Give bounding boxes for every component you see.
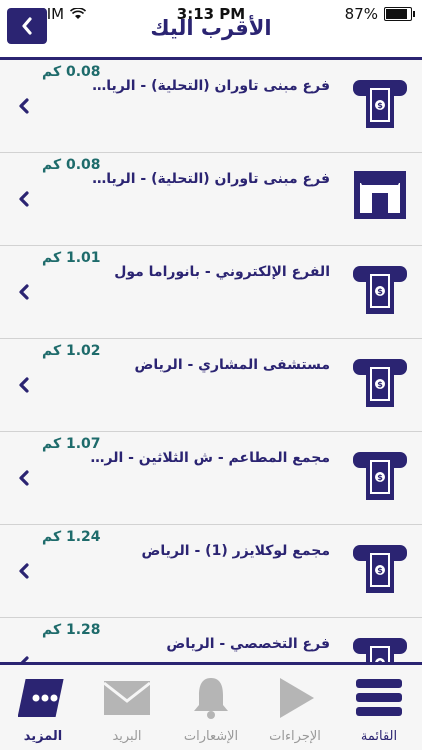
atm-icon: $ [353,266,407,314]
location-name: فرع مبنى تاوران (التحلية) - الرياض [90,78,330,94]
location-type-icon: $ [352,74,408,130]
location-name: مجمع المطاعم - ش الثلاثين - الرياض [90,450,330,466]
mail-icon [102,675,152,721]
location-type-icon: $ [352,632,408,662]
atm-icon: $ [353,80,407,128]
list-item[interactable]: $ فرع التخصصي - الرياض 1.28 كم [0,618,422,662]
tab-play[interactable]: الإجراءات [253,665,337,750]
atm-icon: $ [353,545,407,593]
location-distance: 1.24 كم [42,529,101,545]
more-icon [17,675,68,721]
chevron-left-icon[interactable] [16,468,32,488]
menu-icon [354,675,404,721]
location-name: فرع مبنى تاوران (التحلية) - الرياض [90,171,330,187]
list-item[interactable]: $ فرع مبنى تاوران (التحلية) - الرياض 0.08… [0,60,422,153]
tab-label: المزيد [23,729,63,744]
tab-label: الإجراءات [269,729,321,744]
location-name: مجمع لوكلايزر (1) - الرياض [141,543,330,559]
location-name: الفرع الإلكتروني - بانوراما مول [114,264,330,280]
list-item[interactable]: فرع مبنى تاوران (التحلية) - الرياض 0.08 ك… [0,153,422,246]
svg-text:$: $ [377,380,383,389]
tab-more[interactable]: المزيد [1,665,85,750]
atm-icon: $ [353,638,407,662]
location-type-icon: $ [352,260,408,316]
chevron-left-icon[interactable] [16,375,32,395]
location-type-icon: $ [352,539,408,595]
svg-text:$: $ [377,101,383,110]
header: الأقرب اليك [0,0,422,56]
page-title: الأقرب اليك [150,16,272,40]
atm-icon: $ [353,359,407,407]
tab-bell[interactable]: الإشعارات [169,665,253,750]
tab-label: الإشعارات [183,729,239,744]
chevron-left-icon[interactable] [16,654,32,662]
location-name: فرع التخصصي - الرياض [166,636,330,652]
atm-icon: $ [353,452,407,500]
chevron-left-icon[interactable] [16,282,32,302]
play-icon [270,675,320,721]
svg-text:$: $ [377,287,383,296]
list-item[interactable]: $ مستشفى المشاري - الرياض 1.02 كم [0,339,422,432]
location-distance: 0.08 كم [42,157,101,173]
location-distance: 1.28 كم [42,622,101,638]
tab-label: البريد [112,729,142,744]
tab-label: القائمة [360,729,398,744]
tab-menu[interactable]: القائمة [337,665,421,750]
location-distance: 0.08 كم [42,64,101,80]
tab-bar: المزيد البريد الإشعارات الإجراءات القائمة [0,665,422,750]
location-type-icon: $ [352,353,408,409]
list-item[interactable]: $ مجمع لوكلايزر (1) - الرياض 1.24 كم [0,525,422,618]
tab-mail[interactable]: البريد [85,665,169,750]
location-type-icon [352,167,408,223]
location-distance: 1.07 كم [42,436,101,452]
location-distance: 1.02 كم [42,343,101,359]
list-item[interactable]: $ مجمع المطاعم - ش الثلاثين - الرياض 1.07… [0,432,422,525]
chevron-left-icon[interactable] [16,561,32,581]
svg-text:$: $ [377,473,383,482]
bell-icon [186,675,236,721]
location-type-icon: $ [352,446,408,502]
chevron-left-icon[interactable] [16,189,32,209]
locations-list[interactable]: $ فرع مبنى تاوران (التحلية) - الرياض 0.08… [0,60,422,662]
svg-text:$: $ [377,566,383,575]
location-name: مستشفى المشاري - الرياض [134,357,331,373]
list-item[interactable]: $ الفرع الإلكتروني - بانوراما مول 1.01 كم [0,246,422,339]
branch-icon [354,171,406,219]
location-distance: 1.01 كم [42,250,101,266]
chevron-left-icon[interactable] [16,96,32,116]
